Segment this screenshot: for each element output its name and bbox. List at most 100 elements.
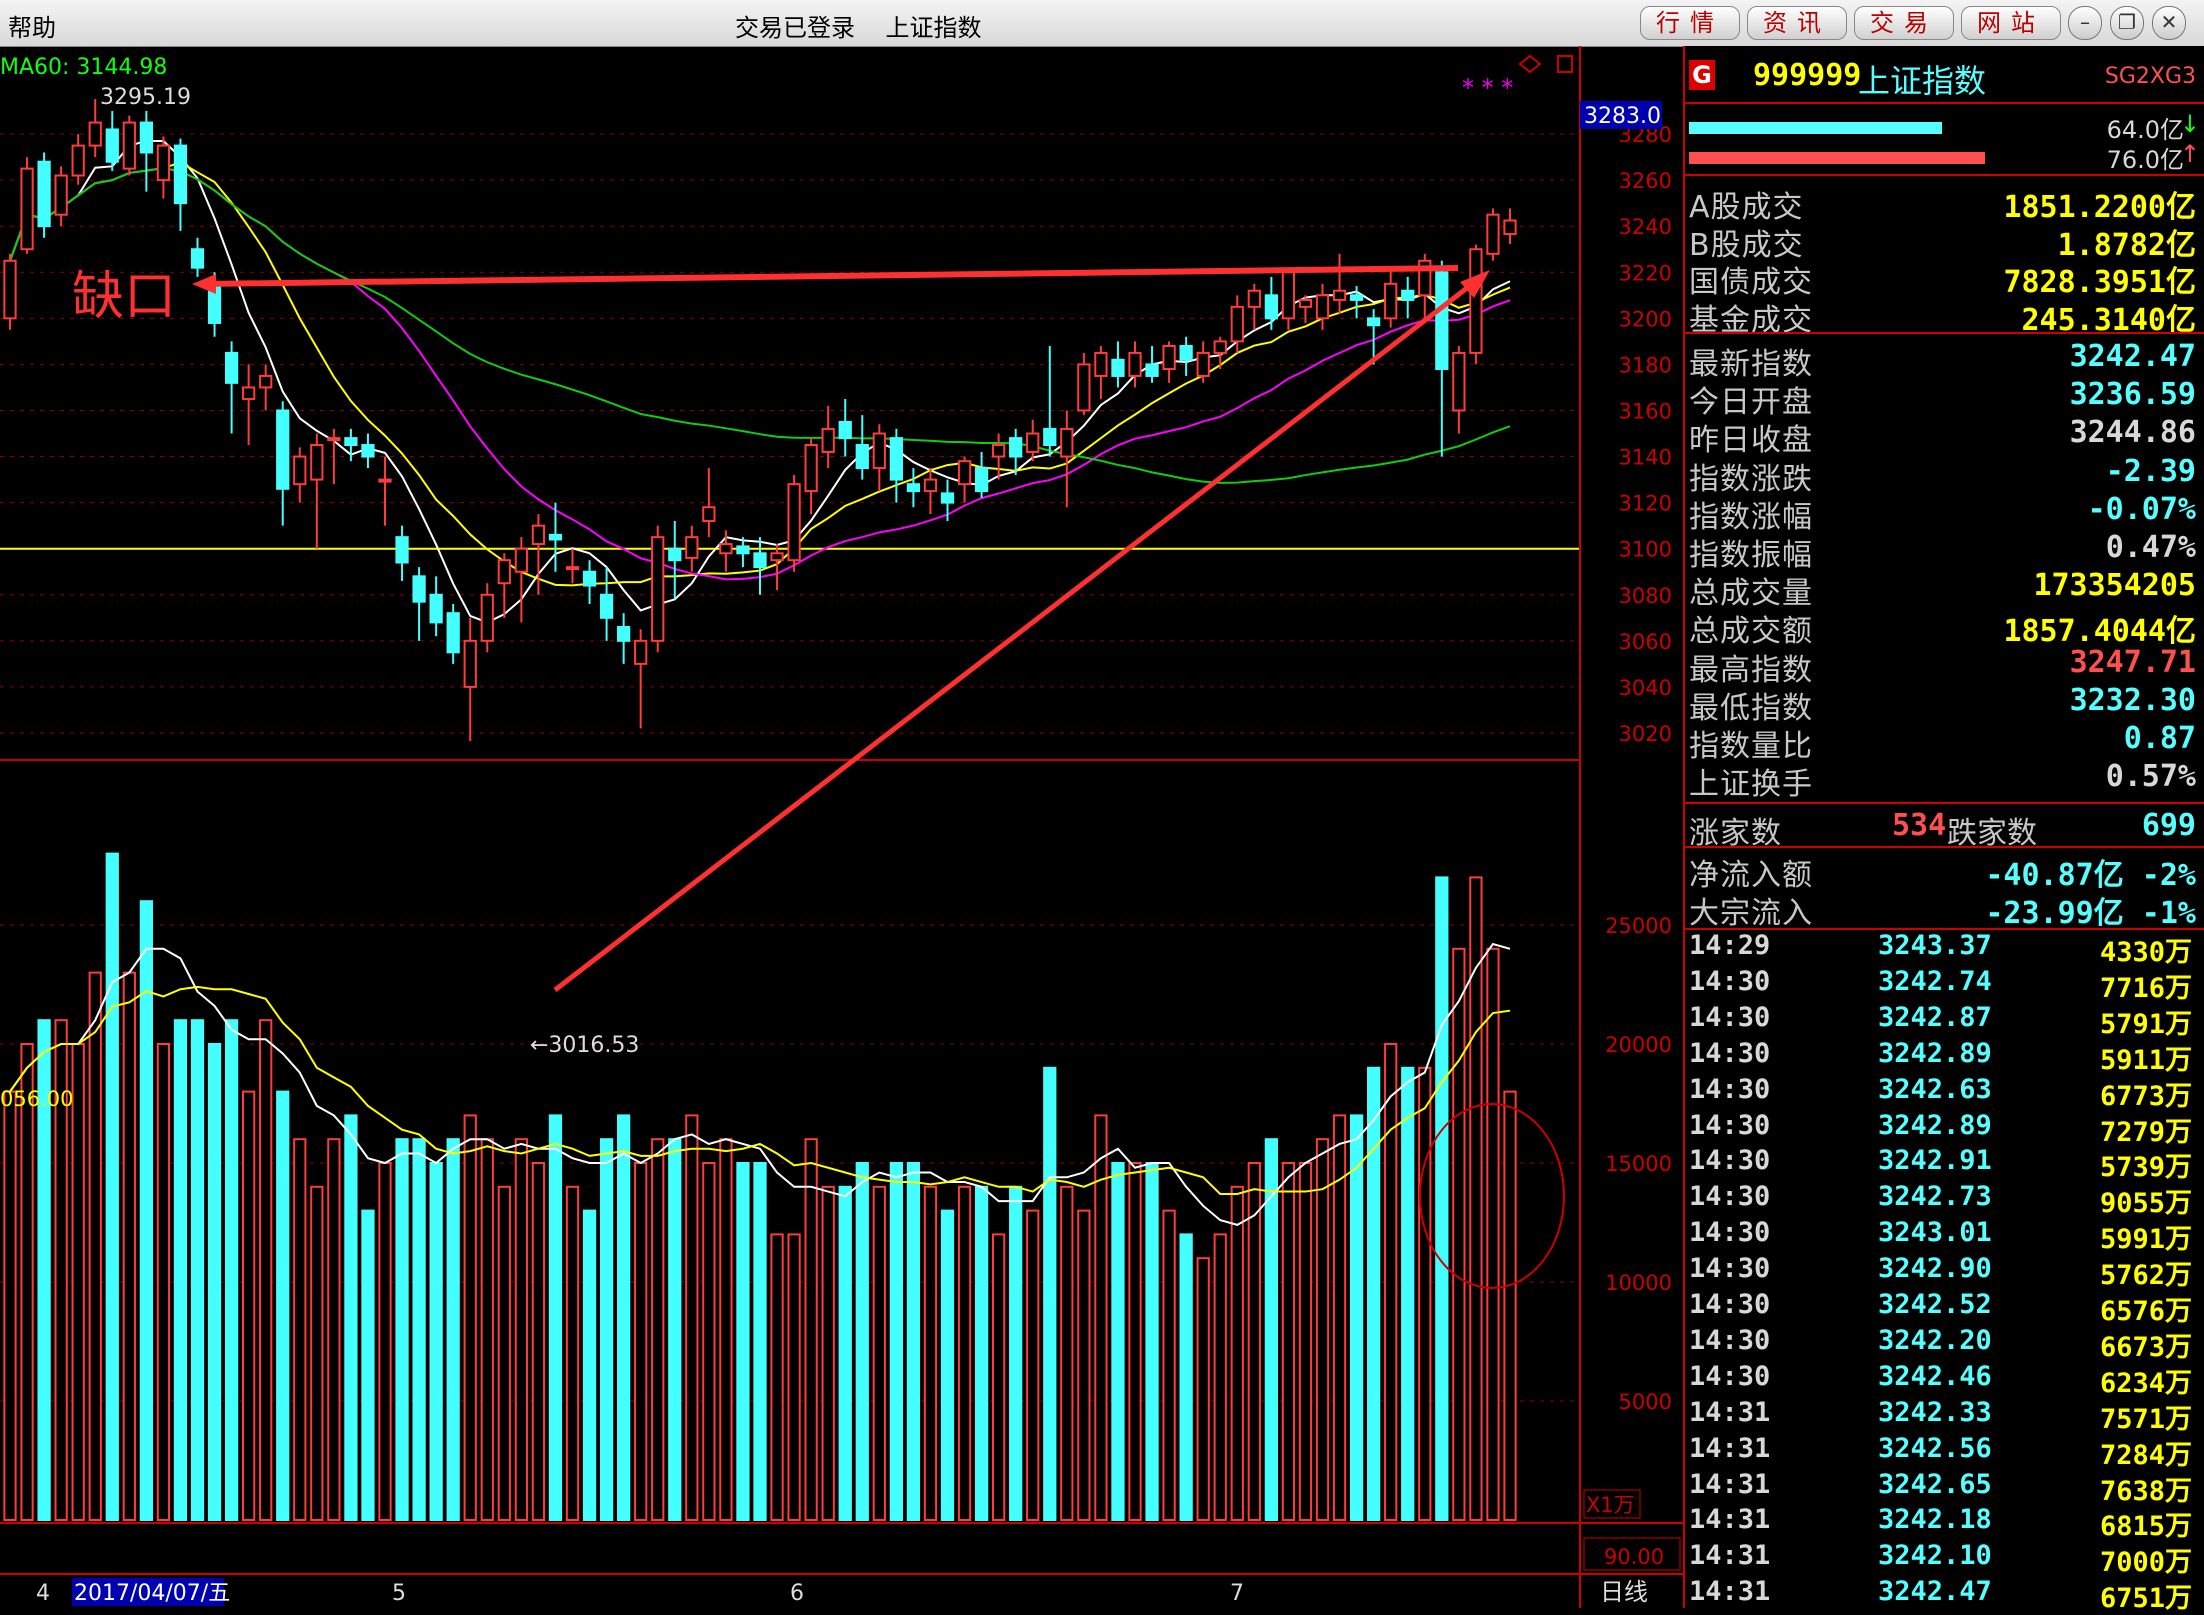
volume-bar: [412, 1138, 426, 1521]
nav-button-news[interactable]: 资讯: [1747, 6, 1847, 40]
nav-button-trade[interactable]: 交易: [1854, 6, 1954, 40]
tick-volume: 6815万: [2099, 1511, 2192, 1543]
chart-grid: [0, 133, 1580, 734]
diamond-icon: [1518, 54, 1542, 74]
candle-body: [412, 575, 426, 603]
volume-bar: [293, 1138, 307, 1521]
block-inflow-label: 大宗流入: [1689, 896, 1813, 931]
tick-price: 3242.33: [1878, 1396, 1992, 1428]
tick-volume: 7279万: [2099, 1116, 2192, 1148]
close-icon[interactable]: ✕: [2152, 6, 2186, 40]
tick-row: 14:31 3242.65 7638万: [1685, 1468, 2204, 1507]
candle-body: [378, 478, 392, 483]
title-bar: 帮助 交易已登录 上证指数 行情 资讯 交易 网站 – ❐ ✕: [0, 0, 2204, 47]
tick-time: 14:30: [1689, 1289, 1771, 1320]
tick-volume: 5739万: [2099, 1152, 2192, 1184]
candle-body: [685, 536, 699, 559]
stat-value: 0.47%: [2105, 530, 2196, 565]
stat-value: 3242.47: [2069, 339, 2196, 374]
volume-bar: [156, 1043, 171, 1521]
volume-unit: X1万: [1586, 1493, 1635, 1517]
advance-decline-row: 涨家数 534 跌家数 699: [1685, 808, 2204, 851]
volume-bar: [1043, 1066, 1057, 1521]
volume-bar: [668, 1138, 682, 1521]
buy-flow-bar: [1689, 122, 1942, 134]
kline-chart[interactable]: 3280326032403220320031803160314031203100…: [0, 46, 1683, 1608]
x-label-6: 6: [790, 1581, 804, 1606]
rise-count: 534: [1892, 808, 1947, 843]
minimize-icon[interactable]: –: [2068, 6, 2102, 40]
price-tick: 3200: [1619, 307, 1672, 331]
candle-body: [1503, 219, 1517, 236]
volume-bar: [770, 1233, 784, 1522]
stat-row: 上证换手 0.57%: [1685, 759, 2204, 802]
volume-bar: [224, 1019, 239, 1521]
stat-value: -0.07%: [2087, 491, 2196, 527]
tick-row: 14:31 3242.10 7000万: [1685, 1540, 2204, 1578]
candle-body: [1247, 289, 1261, 308]
x-label-5: 5: [392, 1581, 406, 1606]
divider: [1685, 102, 2204, 104]
restore-icon[interactable]: ❐: [2110, 6, 2144, 40]
volume-bar: [838, 1185, 852, 1522]
period-label[interactable]: 日线: [1600, 1578, 1648, 1606]
tick-price: 3242.90: [1878, 1253, 1992, 1285]
fall-count: 699: [2141, 808, 2196, 843]
tick-volume: 6773万: [2099, 1080, 2192, 1112]
candle-body: [719, 543, 733, 555]
tick-price: 3242.18: [1878, 1504, 1992, 1536]
candle-body: [787, 483, 801, 562]
candle-body: [923, 478, 938, 493]
turnover-row: 国债成交 7828.3951亿: [1685, 257, 2204, 300]
volume-bar: [1009, 1185, 1023, 1522]
candle-body: [276, 409, 290, 490]
volume-bar: [1111, 1162, 1125, 1521]
volume-bar: [531, 1162, 546, 1521]
volume-bar: [1060, 1185, 1074, 1522]
volume-bar: [787, 1233, 801, 1522]
nav-button-quotes[interactable]: 行情: [1640, 6, 1740, 40]
candle-body: [446, 612, 460, 654]
candle-body: [1486, 213, 1500, 255]
stat-row: 指数量比 0.87: [1685, 721, 2204, 764]
quote-panel: G 999999 上证指数 SG2XG3 64.0亿 ↓ 76.0亿 ↑ A股成…: [1683, 46, 2204, 1614]
stat-value: 3236.59: [2069, 377, 2196, 413]
volume-bar: [259, 1019, 273, 1521]
volume-bar: [173, 1019, 188, 1521]
candle-body: [361, 444, 375, 458]
tick-price: 3242.87: [1878, 1001, 1992, 1033]
candle-body: [957, 460, 972, 486]
volume-bar: [872, 1185, 886, 1522]
block-inflow-row: 大宗流入 -23.99亿 -1%: [1685, 888, 2204, 931]
candle-body: [37, 160, 51, 228]
volume-bar: [88, 971, 102, 1521]
candle-body: [429, 593, 443, 624]
volume-bar: [634, 1162, 648, 1521]
volume-bar: [719, 1138, 733, 1521]
price-tick: 3060: [1619, 630, 1672, 654]
volume-label: 056.00: [0, 1087, 73, 1111]
volume-bar: [429, 1162, 443, 1521]
volume-bar: [463, 1114, 477, 1522]
tick-time: 14:30: [1689, 1037, 1771, 1069]
volume-bar: [702, 1162, 716, 1521]
tick-row: 14:29 3243.37 4330万: [1685, 930, 2204, 968]
volume-bar: [1503, 1090, 1517, 1521]
stat-value: 3244.86: [2069, 415, 2196, 451]
nav-button-website[interactable]: 网站: [1961, 6, 2061, 40]
tick-time: 14:31: [1689, 1468, 1771, 1500]
turnover-row: B股成交 1.8782亿: [1685, 220, 2204, 263]
volume-bar: [1145, 1162, 1159, 1521]
candle-body: [224, 351, 239, 384]
candle-body: [1128, 351, 1142, 377]
price-tick: 3240: [1619, 215, 1672, 239]
menu-help[interactable]: 帮助: [8, 8, 56, 43]
tick-time: 14:30: [1689, 1217, 1771, 1249]
tick-price: 3242.52: [1878, 1289, 1992, 1320]
volume-bar: [361, 1209, 375, 1521]
tick-price: 3243.37: [1878, 930, 1992, 961]
candle-body: [855, 444, 869, 470]
volume-tick: 5000: [1619, 1390, 1672, 1414]
volume-bar: [1435, 876, 1449, 1521]
tick-price: 3242.89: [1878, 1037, 1992, 1069]
